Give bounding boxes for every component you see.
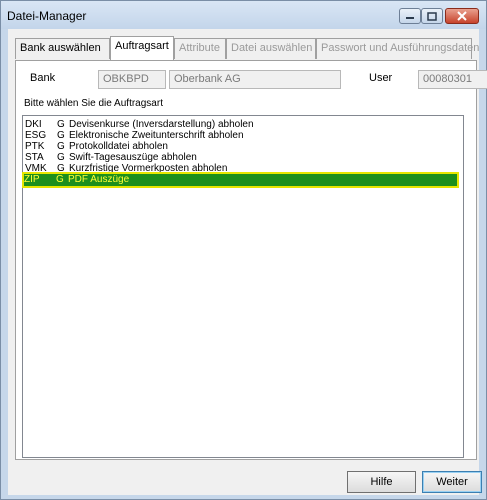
- next-button[interactable]: Weiter: [422, 471, 482, 493]
- tab-attribute[interactable]: Attribute: [174, 38, 226, 59]
- auftragsart-tab-page: Bank OBKBPD Oberbank AG User 00080301 Bi…: [15, 60, 487, 460]
- bank-name-field: Oberbank AG: [169, 70, 341, 89]
- tab-auftragsart[interactable]: Auftragsart: [110, 36, 174, 60]
- maximize-button[interactable]: [421, 8, 443, 24]
- title-bar[interactable]: Datei-Manager: [1, 1, 486, 29]
- order-description: PDF Auszüge: [68, 174, 130, 185]
- tab-label: Attribute: [179, 42, 220, 54]
- close-icon: [457, 11, 467, 21]
- user-field: 00080301: [418, 70, 487, 89]
- datei-manager-window: Datei-Manager Bank auswählen Auftragsart…: [0, 0, 487, 500]
- tab-label: Auftragsart: [115, 40, 169, 52]
- tab-bank-auswaehlen[interactable]: Bank auswählen: [15, 38, 110, 59]
- tab-passwort-ausfuehrungsdaten[interactable]: Passwort und Ausführungsdaten: [316, 38, 479, 59]
- tab-label: Datei auswählen: [231, 42, 313, 54]
- tab-datei-auswaehlen[interactable]: Datei auswählen: [226, 38, 316, 59]
- tab-label: Bank auswählen: [20, 42, 101, 54]
- window-title: Datei-Manager: [7, 9, 87, 23]
- bank-label: Bank: [30, 72, 56, 84]
- order-type: G: [56, 174, 64, 185]
- tab-label: Passwort und Ausführungsdaten: [321, 42, 480, 54]
- help-button[interactable]: Hilfe: [347, 471, 416, 493]
- dialog-client-area: Bank auswählen Auftragsart Attribute Dat…: [8, 29, 487, 495]
- bank-code-field: OBKBPD: [98, 70, 166, 89]
- close-button[interactable]: [445, 8, 479, 24]
- order-type-list[interactable]: DKI G Devisenkurse (Inversdarstellung) abh…: [22, 115, 464, 458]
- user-label: User: [369, 72, 393, 84]
- order-code: ZIP: [24, 174, 40, 185]
- minimize-icon: [406, 17, 414, 19]
- instruction-text: Bitte wählen Sie die Auftragsart: [24, 98, 163, 109]
- maximize-icon: [427, 11, 437, 21]
- list-item-zip-selected[interactable]: ZIP G PDF Auszüge: [22, 172, 459, 188]
- minimize-button[interactable]: [399, 8, 421, 24]
